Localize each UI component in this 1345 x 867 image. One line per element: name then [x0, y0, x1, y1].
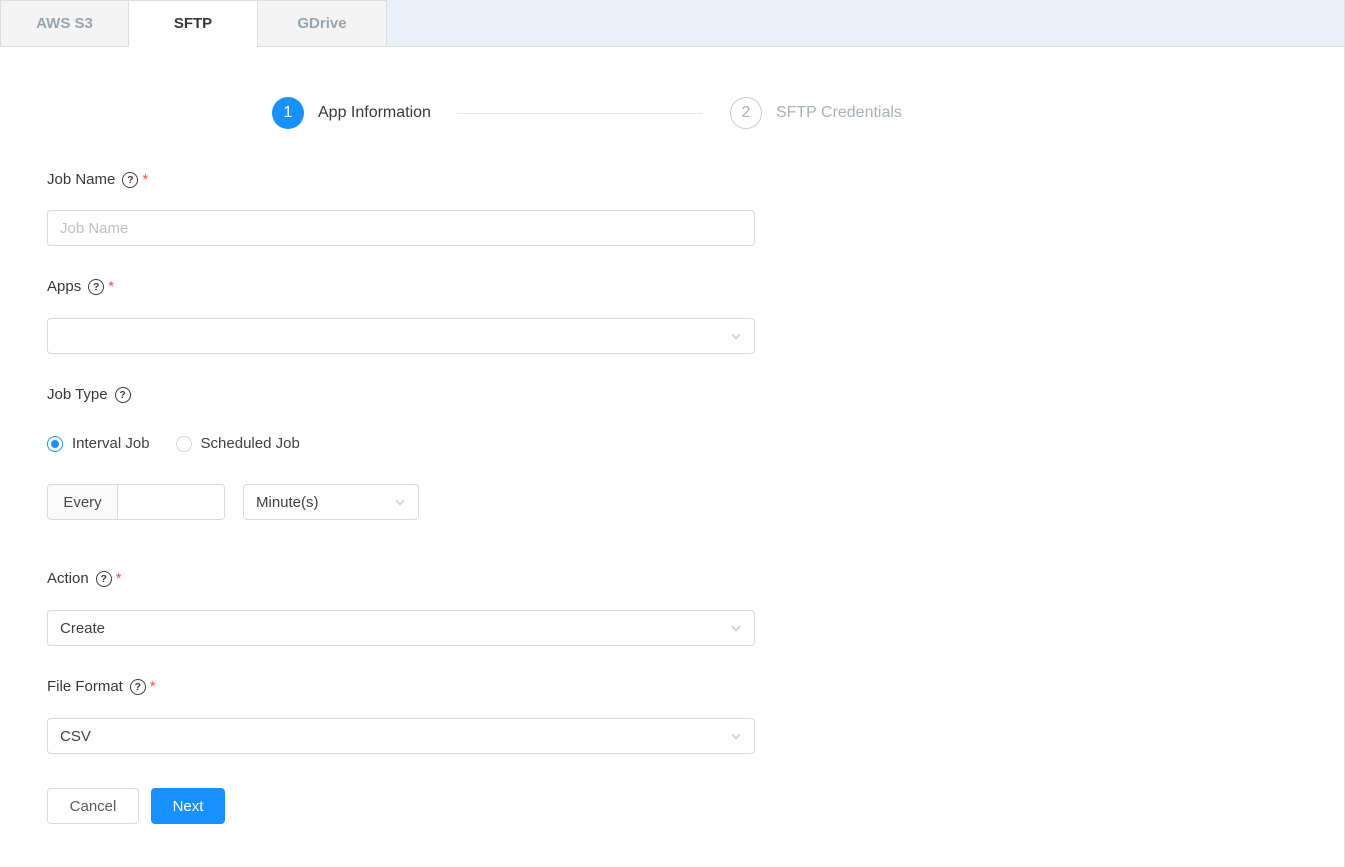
interval-value-input[interactable]: [118, 485, 224, 519]
required-asterisk: *: [108, 278, 114, 295]
chevron-down-icon: [729, 329, 743, 343]
action-label: Action ? *: [47, 570, 755, 587]
form-actions: Cancel Next: [47, 788, 755, 824]
chevron-down-icon: [393, 495, 407, 509]
action-select-value: Create: [60, 620, 105, 637]
next-button[interactable]: Next: [151, 788, 225, 824]
job-type-label-text: Job Type: [47, 386, 108, 403]
every-addon-label: Every: [48, 485, 118, 519]
app-information-form: Job Name ? * Apps ? * Job Type: [47, 171, 755, 824]
help-icon[interactable]: ?: [115, 387, 131, 403]
job-type-label: Job Type ?: [47, 386, 755, 403]
help-icon[interactable]: ?: [130, 679, 146, 695]
file-format-label-text: File Format: [47, 678, 123, 695]
apps-label-text: Apps: [47, 278, 81, 295]
tab-bar: AWS S3 SFTP GDrive: [0, 0, 1344, 47]
required-asterisk: *: [116, 570, 122, 587]
apps-label: Apps ? *: [47, 278, 755, 295]
stepper: 1 App Information 2 SFTP Credentials: [272, 97, 1344, 129]
job-name-label-text: Job Name: [47, 171, 115, 188]
action-label-text: Action: [47, 570, 89, 587]
action-select[interactable]: Create: [47, 610, 755, 646]
apps-select[interactable]: [47, 318, 755, 354]
radio-scheduled-job[interactable]: Scheduled Job: [176, 435, 300, 452]
required-asterisk: *: [142, 171, 148, 188]
interval-settings-row: Every Minute(s): [47, 484, 755, 520]
required-asterisk: *: [150, 678, 156, 695]
step-connector-line: [457, 113, 702, 114]
step-2-label: SFTP Credentials: [776, 104, 902, 122]
tab-sftp[interactable]: SFTP: [129, 0, 258, 47]
help-icon[interactable]: ?: [96, 571, 112, 587]
step-2-circle: 2: [730, 97, 762, 129]
page: AWS S3 SFTP GDrive 1 App Information 2 S…: [0, 0, 1345, 867]
job-type-radio-group: Interval Job Scheduled Job: [47, 435, 755, 452]
radio-interval-job-label: Interval Job: [72, 435, 150, 452]
radio-scheduled-job-label: Scheduled Job: [201, 435, 300, 452]
file-format-label: File Format ? *: [47, 678, 755, 695]
help-icon[interactable]: ?: [122, 172, 138, 188]
tab-aws-s3[interactable]: AWS S3: [0, 0, 129, 47]
radio-selected-icon[interactable]: [47, 436, 63, 452]
job-name-input[interactable]: [47, 210, 755, 246]
cancel-button[interactable]: Cancel: [47, 788, 139, 824]
file-format-select-value: CSV: [60, 728, 91, 745]
radio-interval-job[interactable]: Interval Job: [47, 435, 150, 452]
file-format-select[interactable]: CSV: [47, 718, 755, 754]
tab-gdrive[interactable]: GDrive: [258, 0, 387, 47]
step-1-circle: 1: [272, 97, 304, 129]
help-icon[interactable]: ?: [88, 279, 104, 295]
interval-unit-value: Minute(s): [256, 494, 319, 511]
tab-bar-filler: [387, 0, 1344, 47]
chevron-down-icon: [729, 729, 743, 743]
interval-unit-select[interactable]: Minute(s): [243, 484, 419, 520]
chevron-down-icon: [729, 621, 743, 635]
job-name-label: Job Name ? *: [47, 171, 755, 188]
step-1-label: App Information: [318, 104, 431, 122]
content-area: 1 App Information 2 SFTP Credentials Job…: [0, 47, 1344, 824]
interval-every-group: Every: [47, 484, 225, 520]
radio-unselected-icon[interactable]: [176, 436, 192, 452]
